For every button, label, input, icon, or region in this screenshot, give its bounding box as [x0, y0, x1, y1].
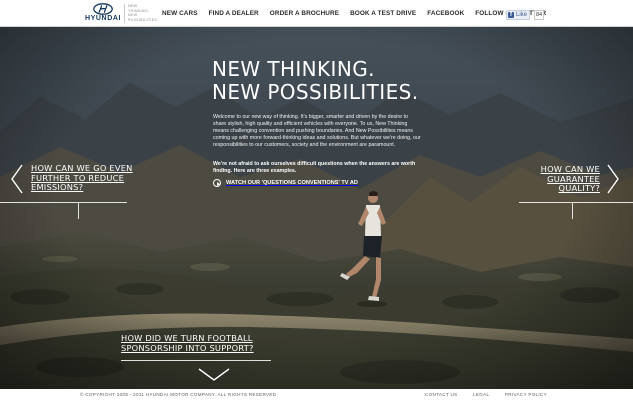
- question-line: EMISSIONS?: [31, 182, 84, 193]
- hero-section: NEW THINKING. NEW POSSIBILITIES. Welcome…: [0, 27, 633, 389]
- play-circle-icon: [213, 179, 221, 187]
- main-nav: NEW CARS FIND A DEALER ORDER A BROCHURE …: [162, 0, 546, 27]
- question-underline: [519, 202, 633, 203]
- brand-tagline: NEW THINKING. NEW POSSIBILITIES.: [128, 4, 160, 22]
- nav-new-cars[interactable]: NEW CARS: [162, 10, 198, 17]
- tagline-divider: [124, 4, 125, 23]
- chevron-down-icon[interactable]: [197, 367, 231, 383]
- question-underline-tick: [78, 202, 79, 219]
- logo-wordmark: HYUNDAI: [84, 15, 122, 22]
- chevron-right-icon[interactable]: [606, 164, 620, 194]
- question-line: SPONSORSHIP INTO SUPPORT?: [121, 342, 254, 353]
- headline-line: NEW THINKING.: [212, 57, 375, 81]
- page-footer: © COPYRIGHT 2008 - 2011 HYUNDAI MOTOR CO…: [0, 389, 633, 400]
- watch-tv-ad-link[interactable]: WATCH OUR 'QUESTIONS CONVENTIONS' TV AD: [213, 179, 358, 187]
- question-emissions-link[interactable]: HOW CAN WE GO EVEN FURTHER TO REDUCE EMI…: [31, 163, 133, 193]
- hyundai-logo[interactable]: HYUNDAI: [84, 3, 122, 24]
- footer-contact-us-link[interactable]: CONTACT US: [425, 392, 457, 397]
- hero-intro-text: Welcome to our new way of thinking. It's…: [213, 114, 421, 148]
- copyright-text: © COPYRIGHT 2008 - 2011 HYUNDAI MOTOR CO…: [80, 392, 277, 397]
- footer-links: CONTACT US LEGAL PRIVACY POLICY: [425, 392, 547, 397]
- facebook-like-button[interactable]: f Like: [506, 10, 530, 20]
- nav-find-a-dealer[interactable]: FIND A DEALER: [209, 10, 259, 17]
- question-quality-link[interactable]: HOW CAN WE GUARANTEE QUALITY?: [541, 164, 600, 194]
- nav-book-a-test-drive[interactable]: BOOK A TEST DRIVE: [350, 10, 416, 17]
- watch-tv-ad-label: WATCH OUR 'QUESTIONS CONVENTIONS' TV AD: [226, 180, 358, 186]
- question-underline: [121, 360, 271, 361]
- facebook-like-label: Like: [516, 12, 528, 18]
- hyundai-emblem-icon: [93, 3, 113, 15]
- headline-line: NEW POSSIBILITIES.: [212, 80, 419, 104]
- tagline-line: POSSIBILITIES.: [128, 17, 159, 22]
- top-navigation-bar: HYUNDAI NEW THINKING. NEW POSSIBILITIES.…: [0, 0, 633, 27]
- question-underline-tick: [572, 202, 573, 219]
- question-football-link[interactable]: HOW DID WE TURN FOOTBALL SPONSORSHIP INT…: [121, 333, 254, 353]
- facebook-like-count: 84: [534, 10, 544, 20]
- question-underline: [0, 202, 127, 203]
- nav-facebook[interactable]: FACEBOOK: [427, 10, 464, 17]
- footer-legal-link[interactable]: LEGAL: [473, 392, 489, 397]
- nav-order-a-brochure[interactable]: ORDER A BROCHURE: [270, 10, 339, 17]
- chevron-left-icon[interactable]: [10, 164, 24, 194]
- hero-headline: NEW THINKING. NEW POSSIBILITIES.: [212, 58, 419, 104]
- hero-intro-bold-text: We're not afraid to ask ourselves diffic…: [213, 161, 416, 174]
- footer-privacy-policy-link[interactable]: PRIVACY POLICY: [505, 392, 547, 397]
- facebook-f-icon: f: [508, 12, 514, 18]
- question-line: QUALITY?: [558, 183, 600, 194]
